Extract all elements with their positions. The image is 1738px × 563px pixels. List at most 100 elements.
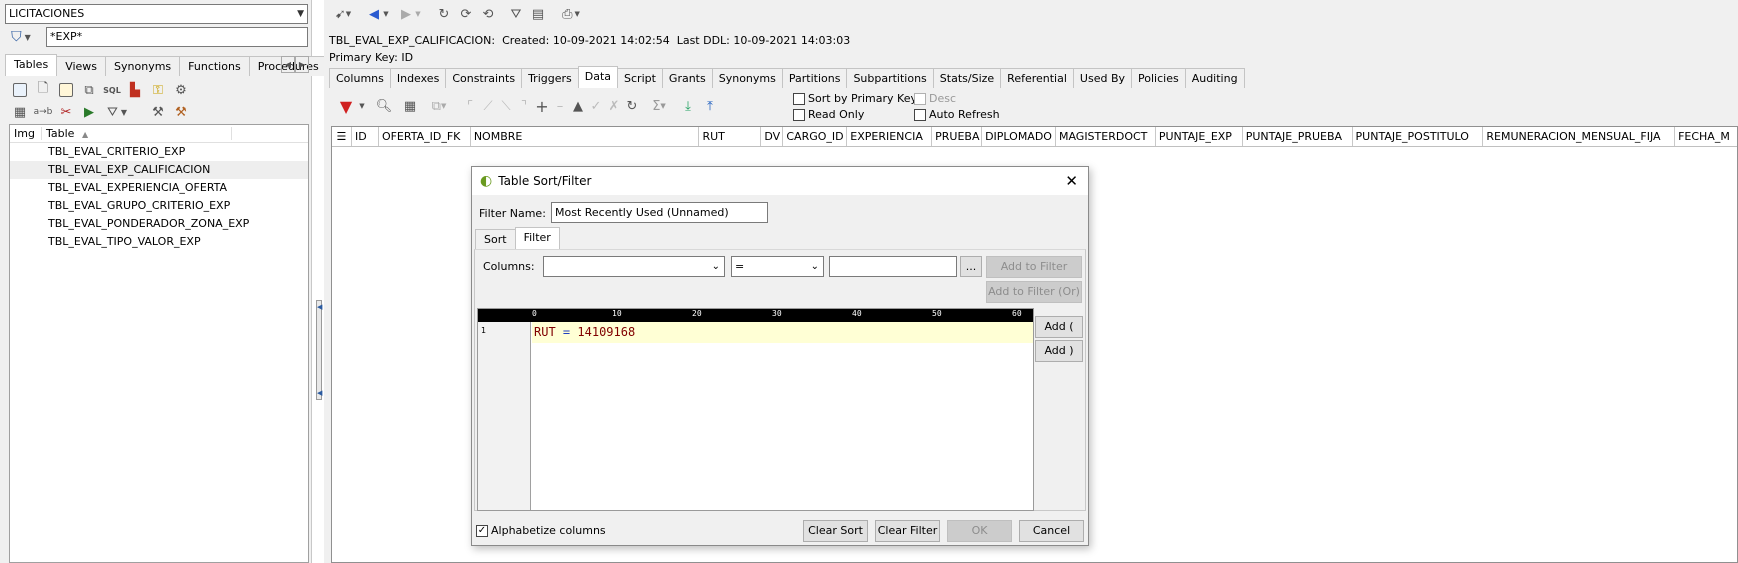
next-record-button[interactable]: ⟍	[496, 96, 516, 116]
copy-table-button[interactable]: ⧉	[79, 80, 99, 100]
close-icon[interactable]: ✕	[1065, 172, 1078, 190]
object-filter-input[interactable]: *EXP*	[46, 27, 308, 47]
add-to-filter-or-button[interactable]: Add to Filter (Or)	[986, 281, 1082, 303]
column-header[interactable]: PUNTAJE_PRUEBA	[1243, 127, 1353, 146]
column-header[interactable]: MAGISTERDOCT	[1056, 127, 1156, 146]
analyze-button[interactable]: ▙	[125, 80, 145, 100]
more-actions-button[interactable]: ⚙	[171, 80, 191, 100]
cancel-edit-button[interactable]: ✗	[604, 96, 624, 116]
navigate-button[interactable]: ➹ ▼	[329, 4, 357, 24]
hammer-button[interactable]: ⚒	[171, 102, 191, 122]
column-header[interactable]: DIPLOMADO	[982, 127, 1056, 146]
compile-button[interactable]: ▶	[79, 102, 99, 122]
grid-menu-icon[interactable]: ☰	[332, 127, 352, 146]
filter-dropdown[interactable]: ▼	[356, 96, 368, 116]
column-header[interactable]: EXPERIENCIA	[847, 127, 933, 146]
tab-data[interactable]: Data	[577, 66, 619, 88]
column-header[interactable]: RUT	[699, 127, 762, 146]
tab-auditing[interactable]: Auditing	[1184, 68, 1245, 88]
tab-synonyms[interactable]: Synonyms	[711, 68, 783, 88]
tab-partitions[interactable]: Partitions	[781, 68, 848, 88]
list-item[interactable]: TBL_EVAL_EXPERIENCIA_OFERTA	[10, 179, 308, 197]
back-history-dropdown[interactable]: ▼	[380, 4, 392, 24]
tab-subpartitions[interactable]: Subpartitions	[846, 68, 934, 88]
keys-button[interactable]: ⚿	[148, 80, 168, 100]
tab-stats-size[interactable]: Stats/Size	[932, 68, 1002, 88]
tab-triggers[interactable]: Triggers	[521, 68, 579, 88]
clear-sort-button[interactable]: Clear Sort	[803, 520, 868, 542]
upload-button[interactable]: ⤒	[700, 96, 720, 116]
export-button[interactable]: ⧉ ▼	[424, 96, 454, 116]
tab-script[interactable]: Script	[617, 68, 663, 88]
add-open-paren-button[interactable]: Add (	[1035, 316, 1083, 338]
edit-record-button[interactable]: ▲	[568, 96, 588, 116]
post-edit-button[interactable]: ✓	[586, 96, 606, 116]
filter-expression-editor[interactable]: 0 10 20 30 40 50 60 1 RUT = 14109168	[477, 308, 1034, 511]
add-to-filter-and-button[interactable]: Add to Filter (And)	[986, 256, 1082, 293]
tab-functions[interactable]: Functions	[179, 56, 250, 76]
column-header[interactable]: CARGO_ID	[783, 127, 848, 146]
tab-grants[interactable]: Grants	[661, 68, 713, 88]
tab-synonyms[interactable]: Synonyms	[105, 56, 181, 76]
edit-table-button[interactable]	[56, 80, 76, 100]
alphabetize-checkbox[interactable]: ✓ Alphabetize columns	[476, 524, 606, 537]
column-header[interactable]: OFERTA_ID_FK	[379, 127, 471, 146]
filter-value-input[interactable]	[829, 256, 957, 277]
tab-columns[interactable]: Columns	[329, 68, 391, 88]
schema-select[interactable]: LICITACIONES ▼	[5, 4, 308, 24]
delete-record-button[interactable]: –	[550, 96, 570, 116]
filter-data-button[interactable]: ▼	[336, 96, 356, 116]
sql-button[interactable]: SQL	[102, 80, 122, 100]
new-table-button[interactable]: 🗋	[33, 80, 53, 100]
script-button[interactable]: ⎙ ▼	[556, 4, 586, 24]
column-header[interactable]: REMUNERACION_MENSUAL_FIJA	[1483, 127, 1676, 146]
add-close-paren-button[interactable]: Add )	[1035, 340, 1083, 362]
calculator-button[interactable]: ▦	[10, 102, 30, 122]
tab-sort[interactable]: Sort	[475, 229, 516, 249]
last-record-button[interactable]: ⌝	[514, 96, 534, 116]
clear-filter-button[interactable]: Clear Filter	[875, 520, 940, 542]
filter-type-button[interactable]: ⛉ ▼	[5, 27, 37, 47]
column-header[interactable]: PUNTAJE_POSTITULO	[1353, 127, 1484, 146]
sync-button[interactable]: ⟳	[456, 4, 476, 24]
tools-button[interactable]: ⚒	[148, 102, 168, 122]
tab-tables[interactable]: Tables	[5, 54, 58, 76]
grid-view-button[interactable]: ▦	[400, 96, 420, 116]
details-button[interactable]: ▤	[528, 4, 548, 24]
refresh-button[interactable]: ↻	[434, 4, 454, 24]
filter-name-input[interactable]: Most Recently Used (Unnamed)	[551, 202, 768, 223]
list-item[interactable]: TBL_EVAL_TIPO_VALOR_EXP	[10, 233, 308, 251]
column-header-table[interactable]: Table ▲	[42, 127, 232, 140]
column-header[interactable]: DV	[761, 127, 784, 146]
tab-indexes[interactable]: Indexes	[389, 68, 447, 88]
tab-referential[interactable]: Referential	[1000, 68, 1074, 88]
table-detail-button[interactable]	[10, 80, 30, 100]
aggregate-button[interactable]: Σ ▼	[644, 96, 674, 116]
column-header[interactable]: NOMBRE	[471, 127, 700, 146]
read-only-checkbox[interactable]: Read Only	[793, 108, 864, 121]
first-record-button[interactable]: ⌜	[460, 96, 480, 116]
find-button[interactable]: 🔍︎	[374, 96, 394, 116]
operator-select[interactable]: = ⌄	[731, 256, 824, 277]
column-select[interactable]: ⌄	[543, 256, 725, 277]
import-button[interactable]: ⤓	[678, 96, 698, 116]
panel-splitter[interactable]: ◀ ◀	[316, 300, 322, 400]
rename-button[interactable]: a→b	[33, 102, 53, 122]
tab-constraints[interactable]: Constraints	[445, 68, 523, 88]
tabs-scroll-left-button[interactable]: ◀	[281, 56, 295, 73]
insert-record-button[interactable]: +	[532, 96, 552, 116]
list-item[interactable]: TBL_EVAL_GRUPO_CRITERIO_EXP	[10, 197, 308, 215]
sort-by-pk-checkbox[interactable]: Sort by Primary Key	[793, 92, 917, 105]
reload-button[interactable]: ⟲	[478, 4, 498, 24]
tabs-scroll-right-button[interactable]: ▶	[295, 56, 309, 73]
filter-button[interactable]: ⛛	[506, 4, 526, 24]
desc-checkbox[interactable]: Desc	[914, 92, 956, 105]
editor-line[interactable]: RUT = 14109168	[532, 322, 1033, 343]
value-ellipsis-button[interactable]: ...	[960, 256, 982, 277]
forward-history-dropdown[interactable]: ▼	[412, 4, 424, 24]
column-header-img[interactable]: Img	[10, 127, 42, 140]
cancel-button[interactable]: Cancel	[1019, 520, 1084, 542]
column-header[interactable]: PUNTAJE_EXP	[1156, 127, 1243, 146]
list-item[interactable]: TBL_EVAL_CRITERIO_EXP	[10, 143, 308, 161]
column-header[interactable]: FECHA_M	[1675, 127, 1737, 146]
